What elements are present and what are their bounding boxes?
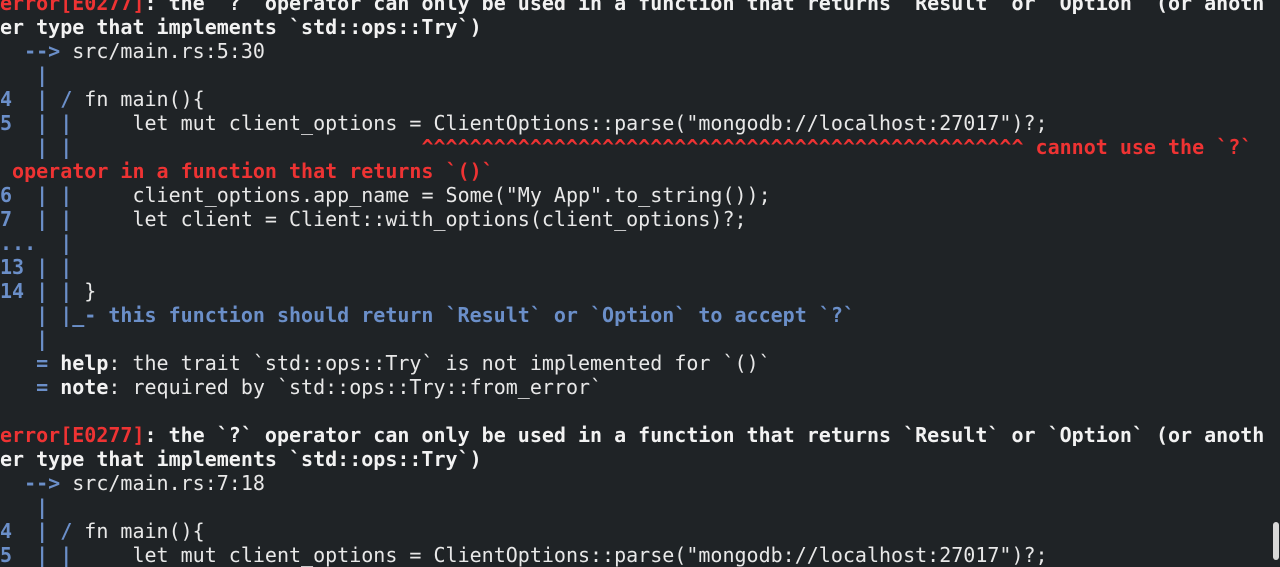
line-segment: | [0,495,49,519]
terminal-line: --> src/main.rs:5:30 [0,39,1268,63]
line-segment: let mut client_options = ClientOptions::… [84,543,1048,567]
terminal-line: 4 | / fn main(){ [0,519,1268,543]
line-segment: = [0,351,61,375]
terminal-line: 5 | | let mut client_options = ClientOpt… [0,111,1268,135]
terminal-output[interactable]: error[E0277]: the `?` operator can only … [0,0,1268,567]
line-segment: src/main.rs:5:30 [72,39,265,63]
line-segment: : the trait `std::ops::Try` is not imple… [108,351,771,375]
line-segment: 5 | | [0,543,85,567]
scrollbar-thumb[interactable] [1273,522,1279,560]
terminal-line: 13 | | [0,255,1268,279]
terminal-line: error[E0277]: the `?` operator can only … [0,0,1268,15]
terminal-line: 5 | | let mut client_options = ClientOpt… [0,543,1268,567]
line-segment: | |_- this function should return `Resul… [0,303,855,327]
terminal-line: ... | [0,231,1268,255]
line-segment: src/main.rs:7:18 [72,471,265,495]
line-segment: = [0,375,61,399]
line-segment: | | [0,135,85,159]
terminal-line: = note: required by `std::ops::Try::from… [0,375,1268,399]
terminal-line: er type that implements `std::ops::Try`) [0,447,1268,471]
terminal-line: 7 | | let client = Client::with_options(… [0,207,1268,231]
line-segment: : the `?` operator can only be used in a… [144,0,1265,15]
terminal-line: | [0,63,1268,87]
terminal-line: | [0,327,1268,351]
terminal-line: = help: the trait `std::ops::Try` is not… [0,351,1268,375]
line-segment: client_options.app_name = Some("My App".… [84,183,771,207]
line-segment: note [60,375,109,399]
line-segment: 14 | | [0,279,85,303]
line-segment: | [0,327,49,351]
line-segment: er type that implements `std::ops::Try`) [0,447,482,471]
line-segment: 4 | / [0,519,85,543]
terminal-line: | | ^^^^^^^^^^^^^^^^^^^^^^^^^^^^^^^^^^^^… [0,135,1268,159]
line-segment: ^^^^^^^^^^^^^^^^^^^^^^^^^^^^^^^^^^^^^^^^… [84,135,1253,159]
terminal-line: --> src/main.rs:7:18 [0,471,1268,495]
line-segment: 4 | / [0,87,85,111]
line-segment: let client = Client::with_options(client… [84,207,747,231]
terminal-line: er type that implements `std::ops::Try`) [0,15,1268,39]
line-segment: 5 | | [0,111,85,135]
line-segment: } [84,279,97,303]
line-segment: help [60,351,109,375]
line-segment: er type that implements `std::ops::Try`) [0,15,482,39]
terminal-line: | [0,495,1268,519]
line-segment: error[E0277] [0,0,145,15]
line-segment: error[E0277] [0,423,145,447]
line-segment: ... | [0,231,73,255]
line-segment: | [0,63,49,87]
terminal-line: 14 | | } [0,279,1268,303]
terminal-line: | |_- this function should return `Resul… [0,303,1268,327]
line-segment: fn main(){ [84,519,205,543]
line-segment: fn main(){ [84,87,205,111]
line-segment: : the `?` operator can only be used in a… [144,423,1265,447]
line-segment: --> [0,39,73,63]
line-segment: 13 | | [0,255,73,279]
scrollbar[interactable] [1272,0,1280,565]
terminal-line: error[E0277]: the `?` operator can only … [0,423,1268,447]
terminal-line: 6 | | client_options.app_name = Some("My… [0,183,1268,207]
line-segment: : required by `std::ops::Try::from_error… [108,375,603,399]
line-segment: 6 | | [0,183,85,207]
terminal-line: operator in a function that returns `()` [0,159,1268,183]
line-segment: --> [0,471,73,495]
line-segment: operator in a function that returns `()` [0,159,494,183]
line-segment: let mut client_options = ClientOptions::… [84,111,1048,135]
terminal-line: 4 | / fn main(){ [0,87,1268,111]
line-segment: 7 | | [0,207,85,231]
